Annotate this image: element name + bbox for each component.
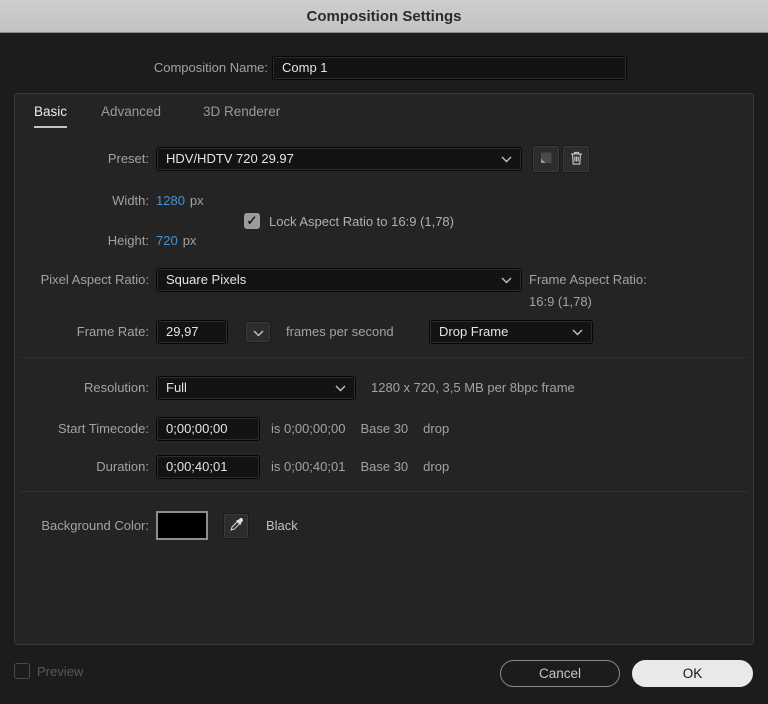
duration-info: is 0;00;40;01 Base 30 drop [271,455,464,479]
frame-aspect-ratio-label: Frame Aspect Ratio: [529,272,647,287]
duration-drop: drop [423,459,450,474]
resolution-value: Full [166,380,187,395]
dialog-titlebar[interactable]: Composition Settings [0,0,768,33]
width-label: Width: [112,193,149,208]
height-value[interactable]: 720 [156,233,178,248]
pixel-aspect-value: Square Pixels [166,272,247,287]
lock-aspect-checkbox[interactable]: ✓ [244,213,260,229]
lock-aspect-row: ✓ Lock Aspect Ratio to 16:9 (1,78) [244,213,454,229]
resolution-info: 1280 x 720, 3,5 MB per 8bpc frame [371,380,575,395]
tab-advanced[interactable]: Advanced [101,104,161,126]
background-color-swatch[interactable] [156,511,208,540]
height-value-wrap: 720 px [156,229,196,253]
background-color-label: Background Color: [41,518,149,533]
pixel-aspect-label: Pixel Aspect Ratio: [40,272,149,287]
start-timecode-drop: drop [423,421,450,436]
separator [20,357,748,358]
frame-rate-preset-button[interactable] [245,321,271,343]
height-unit: px [182,233,197,248]
preset-dropdown[interactable]: HDV/HDTV 720 29.97 [156,147,522,171]
chevron-down-icon [501,277,512,284]
drop-frame-dropdown[interactable]: Drop Frame [429,320,593,344]
resolution-label: Resolution: [83,380,149,395]
preview-toggle-row: Preview [14,663,83,679]
eyedropper-icon [229,517,244,535]
ok-button[interactable]: OK [632,660,753,687]
preset-value: HDV/HDTV 720 29.97 [166,151,294,166]
dialog-title: Composition Settings [306,7,462,25]
background-color-name: Black [266,518,298,533]
frame-aspect-ratio-value: 16:9 (1,78) [529,294,592,309]
lock-aspect-label: Lock Aspect Ratio to 16:9 (1,78) [269,213,454,229]
chevron-down-icon [572,329,583,336]
chevron-down-icon [501,156,512,163]
preview-label: Preview [37,663,84,679]
resolution-dropdown[interactable]: Full [156,376,356,400]
start-timecode-label: Start Timecode: [57,421,149,436]
frames-per-second-label: frames per second [286,324,394,339]
start-timecode-input[interactable]: 0;00;00;00 [156,417,260,441]
delete-preset-button[interactable] [562,145,590,173]
width-value-wrap: 1280 px [156,189,204,213]
composition-name-label: Composition Name: [153,60,268,75]
pixel-aspect-dropdown[interactable]: Square Pixels [156,268,522,292]
separator [20,491,748,492]
width-unit: px [189,193,204,208]
start-timecode-is: is 0;00;00;00 [271,421,346,436]
preset-label: Preset: [107,151,149,166]
cancel-button[interactable]: Cancel [500,660,620,687]
width-value[interactable]: 1280 [156,193,185,208]
tab-3d-renderer[interactable]: 3D Renderer [203,104,280,126]
eyedropper-button[interactable] [223,513,249,539]
duration-label: Duration: [96,459,149,474]
duration-input[interactable]: 0;00;40;01 [156,455,260,479]
save-preset-icon [538,150,554,169]
start-timecode-info: is 0;00;00;00 Base 30 drop [271,417,464,441]
drop-frame-value: Drop Frame [439,324,509,339]
duration-base: Base 30 [360,459,409,474]
preview-checkbox[interactable] [14,663,30,679]
composition-settings-dialog: Composition Settings Composition Name: C… [0,0,768,704]
chevron-down-icon [335,385,346,392]
height-label: Height: [107,233,149,248]
save-preset-button[interactable] [532,145,560,173]
duration-is: is 0;00;40;01 [271,459,346,474]
trash-icon [569,150,584,169]
settings-panel: Basic Advanced 3D Renderer Preset: HDV/H… [14,93,754,645]
frame-rate-label: Frame Rate: [76,324,149,339]
frame-rate-input[interactable]: 29,97 [156,320,228,344]
composition-name-input[interactable]: Comp 1 [272,56,627,80]
chevron-down-icon [253,325,264,340]
start-timecode-base: Base 30 [360,421,409,436]
tab-basic[interactable]: Basic [34,104,68,128]
